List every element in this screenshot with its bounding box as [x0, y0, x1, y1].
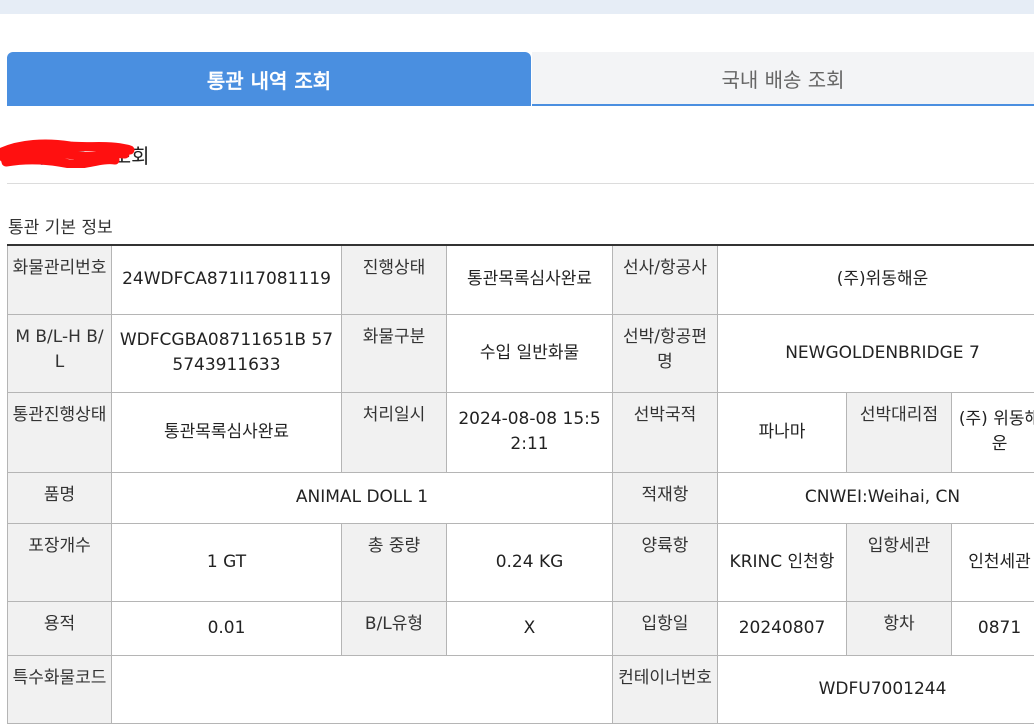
table-row: M B/L-H B/L WDFCGBA08711651B 57574391163…	[8, 314, 1034, 392]
special-cargo-label: 특수화물코드	[8, 655, 112, 723]
volume-value: 0.01	[112, 601, 342, 655]
customs-status-value: 통관목록심사완료	[112, 392, 342, 472]
processed-at-label: 처리일시	[342, 392, 447, 472]
vessel-value: NEWGOLDENBRIDGE 7	[718, 314, 1034, 392]
voyage-label: 항차	[847, 601, 952, 655]
carrier-value: (주)위동해운	[718, 245, 1034, 314]
cargo-type-label: 화물구분	[342, 314, 447, 392]
loading-port-label: 적재항	[613, 472, 718, 523]
cargo-no-value: 24WDFCA871I17081119	[112, 245, 342, 314]
table-row: 화물관리번호 24WDFCA871I17081119 진행상태 통관목록심사완료…	[8, 245, 1034, 314]
section-title: 통관 기본 정보	[8, 213, 113, 238]
vessel-agent-value: (주) 위동해운	[952, 392, 1034, 472]
special-cargo-value	[112, 655, 613, 723]
bl-type-value: X	[447, 601, 613, 655]
unloading-port-value: KRINC 인천항	[718, 523, 847, 601]
tab-customs-history[interactable]: 통관 내역 조회	[7, 52, 531, 106]
top-bar	[0, 0, 1034, 14]
voyage-value: 0871	[952, 601, 1034, 655]
arrival-date-value: 20240807	[718, 601, 847, 655]
carrier-label: 선사/항공사	[613, 245, 718, 314]
vessel-nation-label: 선박국적	[613, 392, 718, 472]
container-no-label: 컨테이너번호	[613, 655, 718, 723]
volume-label: 용적	[8, 601, 112, 655]
progress-status-label: 진행상태	[342, 245, 447, 314]
item-name-value: ANIMAL DOLL 1	[112, 472, 613, 523]
total-weight-value: 0.24 KG	[447, 523, 613, 601]
item-name-label: 품명	[8, 472, 112, 523]
bl-value: WDFCGBA08711651B 575743911633	[112, 314, 342, 392]
entry-customs-value: 인천세관	[952, 523, 1034, 601]
package-count-value: 1 GT	[112, 523, 342, 601]
cargo-type-value: 수입 일반화물	[447, 314, 613, 392]
tab-domestic-delivery[interactable]: 국내 배송 조회	[532, 52, 1034, 106]
redaction-scribble	[0, 138, 135, 168]
table-row: 통관진행상태 통관목록심사완료 처리일시 2024-08-08 15:52:11…	[8, 392, 1034, 472]
customs-info-table: 화물관리번호 24WDFCA871I17081119 진행상태 통관목록심사완료…	[7, 244, 1034, 724]
entry-customs-label: 입항세관	[847, 523, 952, 601]
table-row: 품명 ANIMAL DOLL 1 적재항 CNWEI:Weihai, CN	[8, 472, 1034, 523]
table-row: 용적 0.01 B/L유형 X 입항일 20240807 항차 0871	[8, 601, 1034, 655]
unloading-port-label: 양륙항	[613, 523, 718, 601]
total-weight-label: 총 중량	[342, 523, 447, 601]
bl-label: M B/L-H B/L	[8, 314, 112, 392]
vessel-nation-value: 파나마	[718, 392, 847, 472]
customs-status-label: 통관진행상태	[8, 392, 112, 472]
arrival-date-label: 입항일	[613, 601, 718, 655]
loading-port-value: CNWEI:Weihai, CN	[718, 472, 1034, 523]
processed-at-value: 2024-08-08 15:52:11	[447, 392, 613, 472]
cargo-no-label: 화물관리번호	[8, 245, 112, 314]
table-row: 특수화물코드 컨테이너번호 WDFU7001244	[8, 655, 1034, 723]
table-row: 포장개수 1 GT 총 중량 0.24 KG 양륙항 KRINC 인천항 입항세…	[8, 523, 1034, 601]
vessel-agent-label: 선박대리점	[847, 392, 952, 472]
vessel-label: 선박/항공편명	[613, 314, 718, 392]
package-count-label: 포장개수	[8, 523, 112, 601]
progress-status-value: 통관목록심사완료	[447, 245, 613, 314]
title-divider	[7, 183, 1034, 184]
bl-type-label: B/L유형	[342, 601, 447, 655]
container-no-value: WDFU7001244	[718, 655, 1034, 723]
